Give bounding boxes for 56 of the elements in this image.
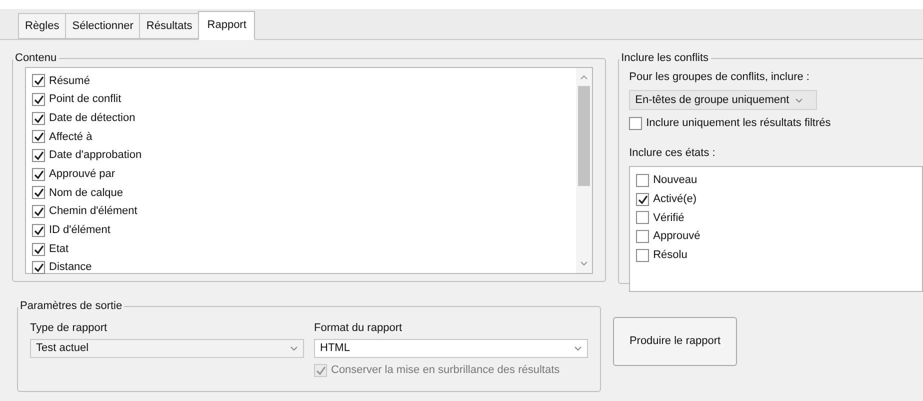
checkbox[interactable]: [32, 168, 45, 181]
group-title: Inclure les conflits: [620, 51, 710, 66]
checkbox-label: Activé(e): [653, 192, 697, 207]
checkbox-label: Inclure uniquement les résultats filtrés: [646, 116, 831, 132]
checkbox-label: Date de détection: [49, 110, 136, 126]
field-label: Inclure ces états :: [629, 146, 716, 161]
checkbox[interactable]: [636, 248, 650, 262]
checkbox[interactable]: [32, 261, 45, 274]
checkbox-label: Résolu: [653, 248, 688, 264]
checkbox[interactable]: [636, 174, 650, 188]
checkbox[interactable]: [32, 74, 45, 88]
checkbox-label: Chemin d'élément: [49, 204, 138, 220]
checkbox-label: Nom de calque: [49, 186, 123, 201]
scroll-up-icon[interactable]: [580, 74, 588, 80]
checkbox[interactable]: [32, 149, 45, 162]
field-label: Type de rapport: [30, 320, 108, 336]
checkbox-label: Affecté à: [49, 130, 92, 145]
tab[interactable]: Sélectionner: [65, 13, 140, 39]
checkbox-label: Approuvé: [653, 229, 700, 244]
checkbox-label: Résumé: [49, 74, 90, 89]
checkbox-label: Vérifié: [653, 210, 684, 226]
checkbox-label: ID d'élément: [49, 223, 110, 238]
checkbox[interactable]: [636, 211, 650, 224]
produce-report-button[interactable]: Produire le rapport: [613, 317, 737, 366]
scrollbar[interactable]: [576, 68, 592, 272]
checkbox[interactable]: [32, 224, 45, 237]
tab[interactable]: Rapport: [198, 11, 256, 40]
checkbox[interactable]: [32, 93, 45, 106]
report-type-dropdown[interactable]: Test actuel: [30, 339, 304, 358]
tab[interactable]: Règles: [18, 13, 66, 39]
field-label: Pour les groupes de conflits, inclure :: [629, 70, 810, 84]
checkbox-label: Conserver la mise en surbrillance des résultats: [331, 363, 560, 378]
report-format-dropdown[interactable]: HTML: [314, 339, 588, 358]
group-title: Paramètres de sortie: [19, 299, 124, 314]
checkbox-label: Etat: [49, 242, 69, 257]
checkbox[interactable]: [32, 112, 45, 125]
checkbox-label: Point de conflit: [49, 92, 122, 108]
checkbox[interactable]: [636, 230, 650, 244]
checkbox[interactable]: [32, 205, 45, 218]
checkbox-label: Date d'approbation: [49, 148, 142, 164]
checkbox[interactable]: [636, 192, 650, 206]
caret-icon: [795, 98, 804, 102]
checkbox[interactable]: [32, 130, 45, 144]
checkbox[interactable]: [629, 116, 642, 130]
group-dropdown[interactable]: En-têtes de groupe uniquement: [629, 90, 818, 110]
group-title: Contenu: [14, 51, 58, 66]
checkbox[interactable]: [32, 242, 45, 256]
field-label: Format du rapport: [314, 320, 404, 336]
caret-icon: [574, 346, 582, 351]
caret-icon: [290, 346, 298, 351]
scroll-down-icon[interactable]: [580, 260, 588, 266]
checkbox-label: Nouveau: [653, 173, 698, 188]
checkbox-label: Approuvé par: [49, 167, 116, 182]
checkbox[interactable]: [32, 186, 45, 200]
tab[interactable]: Résultats: [139, 13, 198, 39]
checkbox-label: Distance: [49, 260, 92, 276]
